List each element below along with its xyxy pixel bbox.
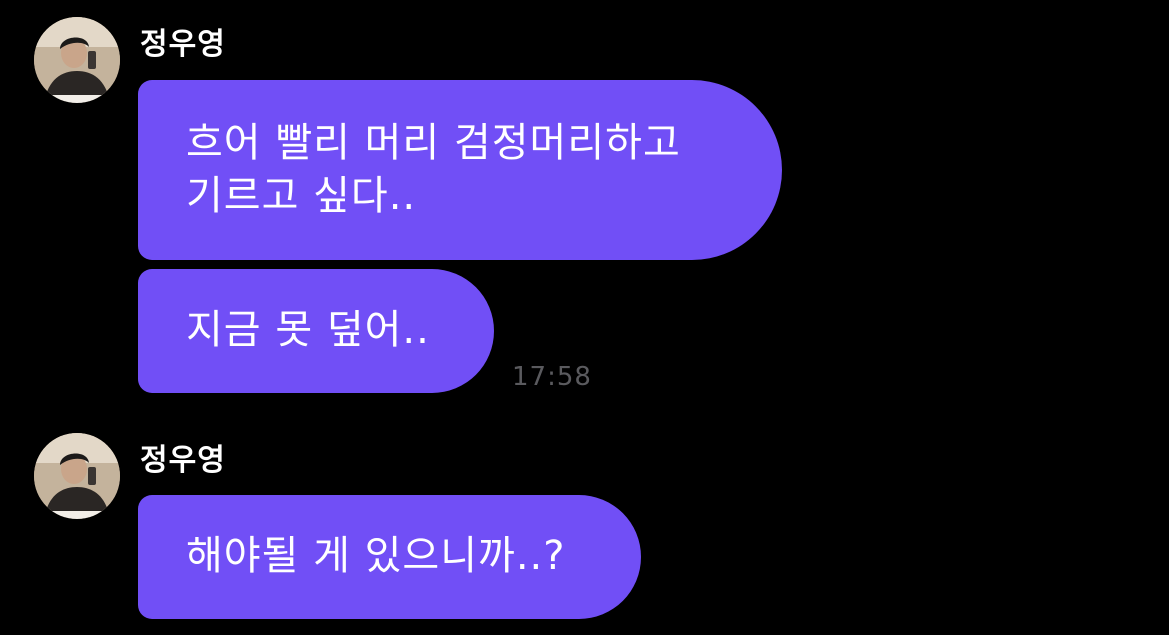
- message-text-line: 기르고 싶다..: [186, 173, 417, 219]
- sender-avatar[interactable]: [34, 17, 120, 103]
- message-text-line: 해야될 게 있으니까..?: [186, 533, 566, 579]
- message-bubble[interactable]: 흐어 빨리 머리 검정머리하고 기르고 싶다..: [138, 80, 782, 260]
- message-text-line: 지금 못 덮어..: [186, 307, 430, 353]
- message-timestamp: 17:58: [512, 362, 592, 392]
- sender-name: 정우영: [140, 27, 226, 62]
- sender-name: 정우영: [140, 443, 226, 478]
- profile-photo-icon: [34, 433, 120, 519]
- message-text-line: 흐어 빨리 머리 검정머리하고: [186, 120, 681, 166]
- profile-photo-icon: [34, 17, 120, 103]
- message-bubble[interactable]: 해야될 게 있으니까..?: [138, 495, 641, 619]
- message-bubble[interactable]: 지금 못 덮어..: [138, 269, 494, 393]
- sender-avatar[interactable]: [34, 433, 120, 519]
